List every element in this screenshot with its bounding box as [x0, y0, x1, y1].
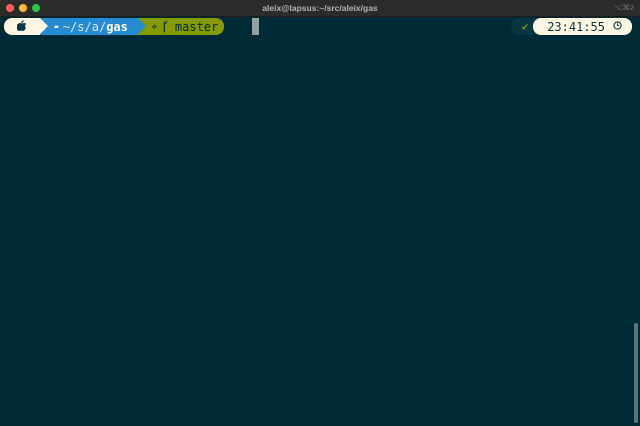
clock-icon — [613, 20, 622, 33]
branch-icon: ᚴ — [161, 19, 169, 34]
prompt-time: 23:41:55 — [547, 19, 605, 34]
time-segment: 23:41:55 — [533, 18, 632, 35]
directory-current: gas — [106, 19, 128, 34]
directory-segment: ▰ ~/s/a/gas — [40, 18, 146, 35]
shell-prompt: ▰ ~/s/a/gas ✣ ᚴ master — [4, 18, 225, 35]
window-shortcut: ⌥⌘2 — [613, 3, 634, 12]
os-segment — [4, 18, 48, 35]
git-icon: ✣ — [151, 22, 157, 31]
terminal-window[interactable]: aleix@lapsus:~/src/aleix/gas ⌥⌘2 ▰ ~/s/a… — [0, 0, 640, 426]
apple-icon — [16, 19, 27, 34]
right-prompt: ✔ 23:41:55 — [511, 18, 632, 35]
text-cursor — [252, 18, 259, 35]
git-branch: master — [174, 19, 219, 34]
scrollbar-thumb[interactable] — [634, 323, 638, 423]
directory-prefix: ~/s/a/ — [62, 19, 107, 34]
window-title: aleix@lapsus:~/src/aleix/gas — [262, 3, 378, 13]
checkmark-icon: ✔ — [521, 20, 529, 33]
title-bar[interactable]: aleix@lapsus:~/src/aleix/gas ⌥⌘2 — [0, 0, 640, 17]
folder-icon: ▰ — [54, 22, 59, 31]
git-segment: ✣ ᚴ master — [137, 18, 225, 35]
